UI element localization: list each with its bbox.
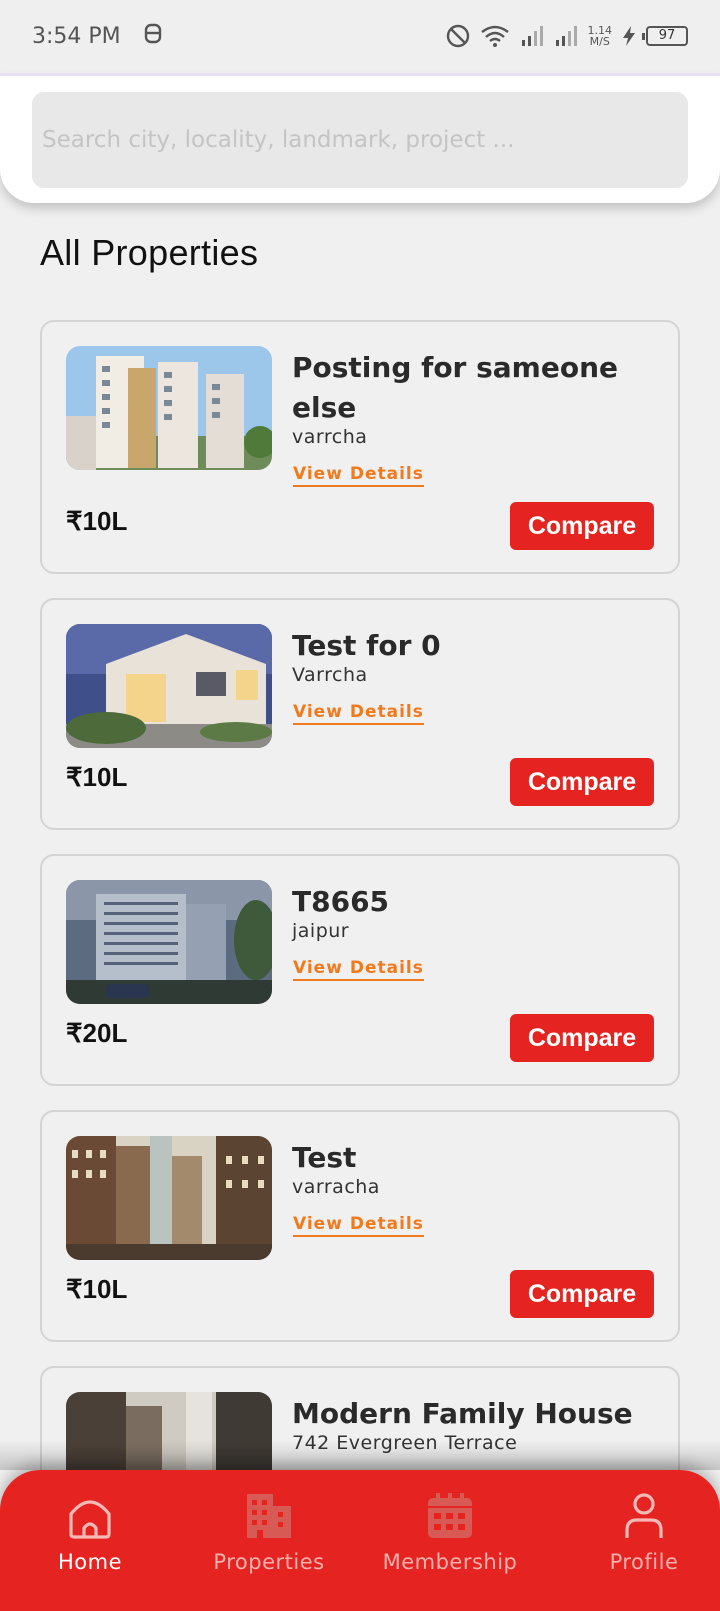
status-bar: 3:54 PM 1.14 M/S 97 — [0, 0, 720, 72]
property-price: ₹20L — [66, 1018, 128, 1048]
property-card[interactable]: Posting for sameone else varrcha View De… — [40, 320, 680, 574]
view-details-link[interactable]: View Details — [293, 702, 424, 725]
property-location: varracha — [292, 1176, 380, 1198]
signal-icon — [520, 25, 544, 47]
compare-button[interactable]: Compare — [510, 1270, 654, 1318]
property-location: Varrcha — [292, 664, 368, 686]
signal-icon-2 — [554, 25, 578, 47]
person-icon — [625, 1493, 663, 1538]
nav-label-membership: Membership — [382, 1550, 518, 1574]
property-location: varrcha — [292, 426, 368, 448]
property-card[interactable]: T8665 jaipur View Details ₹20L Compare — [40, 854, 680, 1086]
speed-unit: M/S — [589, 35, 610, 48]
home-icon — [69, 1500, 111, 1539]
nav-label-properties: Properties — [213, 1550, 325, 1574]
property-card[interactable]: Test varracha View Details ₹10L Compare — [40, 1110, 680, 1342]
compare-button[interactable]: Compare — [510, 502, 654, 550]
nav-item-profile[interactable]: Profile — [559, 1492, 720, 1574]
property-image[interactable] — [66, 880, 272, 1004]
property-title: Test — [292, 1141, 357, 1174]
property-title: Modern Family House — [292, 1397, 633, 1430]
property-price: ₹10L — [66, 1274, 128, 1304]
bottom-nav-shadow — [0, 1440, 720, 1470]
search-input[interactable] — [42, 127, 688, 153]
property-title: T8665 — [292, 885, 390, 918]
nav-item-home[interactable]: Home — [5, 1492, 175, 1574]
status-time: 3:54 PM — [32, 23, 121, 49]
property-image[interactable] — [66, 346, 272, 470]
calendar-icon — [428, 1493, 472, 1538]
charging-icon — [622, 25, 636, 47]
compare-button[interactable]: Compare — [510, 1014, 654, 1062]
battery-icon: 97 — [642, 26, 688, 46]
property-price: ₹10L — [66, 506, 128, 536]
do-not-disturb-icon — [446, 24, 470, 48]
property-image[interactable] — [66, 624, 272, 748]
view-details-link[interactable]: View Details — [293, 1214, 424, 1237]
property-location: jaipur — [292, 920, 350, 942]
property-price: ₹10L — [66, 762, 128, 792]
vpn-icon — [143, 21, 163, 51]
nav-label-home: Home — [57, 1550, 122, 1574]
property-title: Test for 0 — [292, 629, 441, 662]
search-box[interactable] — [32, 92, 688, 188]
building-icon — [247, 1494, 291, 1538]
view-details-link[interactable]: View Details — [293, 464, 424, 487]
search-header — [0, 73, 720, 203]
view-details-link[interactable]: View Details — [293, 958, 424, 981]
wifi-icon — [480, 24, 510, 48]
property-title: Posting for sameone else — [292, 351, 618, 424]
bottom-navigation: Home Properties Membership Profile — [0, 1470, 720, 1611]
property-card[interactable]: Test for 0 Varrcha View Details ₹10L Com… — [40, 598, 680, 830]
nav-item-membership[interactable]: Membership — [365, 1492, 535, 1574]
compare-button[interactable]: Compare — [510, 758, 654, 806]
property-image[interactable] — [66, 1136, 272, 1260]
nav-item-properties[interactable]: Properties — [184, 1492, 354, 1574]
network-speed: 1.14 M/S — [588, 25, 613, 47]
page-title: All Properties — [40, 232, 259, 273]
nav-label-profile: Profile — [609, 1550, 679, 1574]
